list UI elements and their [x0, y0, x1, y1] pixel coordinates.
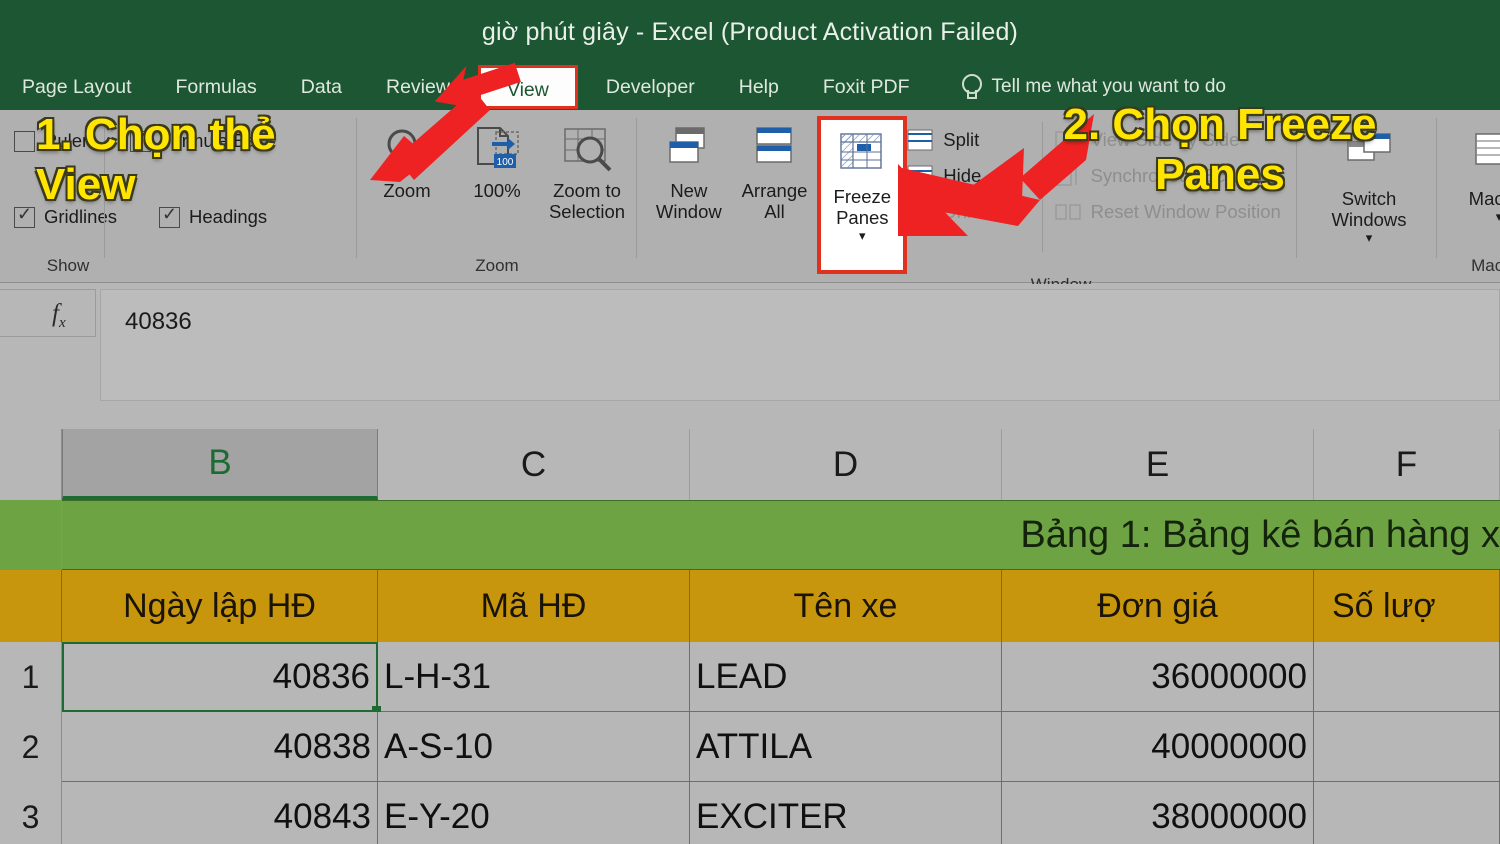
arrange-all-button[interactable]: Arrange All: [732, 116, 818, 222]
header-cell-so-luong[interactable]: Số lượ: [1314, 570, 1500, 642]
column-header-f[interactable]: F: [1314, 429, 1500, 500]
chevron-down-icon[interactable]: ▾: [859, 228, 866, 244]
new-window-icon: [662, 124, 716, 176]
ribbon-group-macros: Macros ▾ Macros: [1444, 110, 1500, 283]
new-window-button[interactable]: New Window: [646, 116, 732, 222]
header-cell-ma-hd[interactable]: Mã HĐ: [378, 570, 690, 642]
tell-me-box[interactable]: Tell me what you want to do: [960, 74, 1226, 100]
cell-f2[interactable]: [1314, 712, 1500, 782]
chevron-down-icon[interactable]: ▾: [1366, 230, 1373, 246]
title-bar: giờ phút giây - Excel (Product Activatio…: [0, 0, 1500, 64]
arrange-all-label: Arrange All: [741, 180, 808, 222]
gridlines-checkbox[interactable]: [14, 204, 35, 228]
row-header-2[interactable]: 2: [0, 712, 62, 782]
tab-page-layout[interactable]: Page Layout: [0, 64, 154, 110]
row-header-3[interactable]: 3: [0, 782, 62, 844]
arrange-all-icon: [748, 124, 802, 176]
show-group-label: Show: [46, 256, 90, 275]
table-row: 3 40843 E-Y-20 EXCITER 38000000: [0, 782, 1500, 844]
lightbulb-icon: [960, 74, 982, 100]
group-divider: [636, 118, 637, 258]
macros-group-label: Macros: [1471, 256, 1500, 275]
zoom-to-selection-label: Zoom to Selection: [548, 180, 626, 222]
table-row: 1 40836 L-H-31 LEAD 36000000: [0, 642, 1500, 715]
cell-b3[interactable]: 40843: [62, 782, 378, 844]
tell-me-label: Tell me what you want to do: [991, 76, 1227, 97]
column-header-b[interactable]: B: [62, 429, 378, 500]
table-row: 2 40838 A-S-10 ATTILA 40000000: [0, 712, 1500, 782]
cell-d3[interactable]: EXCITER: [690, 782, 1002, 844]
table-title-text: Bảng 1: Bảng kê bán hàng x: [1020, 513, 1500, 556]
column-header-c[interactable]: C: [378, 429, 690, 500]
header-cell-ngay-lap-hd[interactable]: Ngày lập HĐ: [62, 570, 378, 642]
reset-window-position-label: Reset Window Position: [1090, 201, 1281, 222]
cell-e2[interactable]: 40000000: [1002, 712, 1314, 782]
insert-function-icon[interactable]: fx: [52, 300, 66, 332]
column-header-e[interactable]: E: [1002, 429, 1314, 500]
annotation-step-2: 2. Chọn Freeze Panes: [1063, 100, 1377, 199]
cell-d2[interactable]: ATTILA: [690, 712, 1002, 782]
tab-formulas[interactable]: Formulas: [154, 64, 279, 110]
header-cell-ten-xe[interactable]: Tên xe: [690, 570, 1002, 642]
header-cell-don-gia[interactable]: Đơn giá: [1002, 570, 1314, 642]
formula-bar-area: fx 40836: [0, 284, 1500, 429]
excel-window: giờ phút giây - Excel (Product Activatio…: [0, 0, 1500, 844]
macros-icon: [1472, 132, 1500, 184]
tab-foxit-pdf[interactable]: Foxit PDF: [801, 64, 932, 110]
cell-d1[interactable]: LEAD: [690, 642, 1002, 712]
column-header-row: B C D E F: [0, 429, 1500, 500]
table-header-row: Ngày lập HĐ Mã HĐ Tên xe Đơn giá Số lượ: [0, 570, 1500, 642]
tab-help[interactable]: Help: [717, 64, 801, 110]
table-title-row[interactable]: Bảng 1: Bảng kê bán hàng x: [0, 500, 1500, 570]
freeze-panes-label: Freeze Panes: [833, 186, 892, 228]
cell-e3[interactable]: 38000000: [1002, 782, 1314, 844]
macros-button[interactable]: Macros ▾: [1444, 124, 1500, 225]
zoom-100-label: 100%: [473, 180, 521, 201]
tab-data[interactable]: Data: [279, 64, 364, 110]
cell-c2[interactable]: A-S-10: [378, 712, 690, 782]
annotation-step-1: 1. Chọn thẻ View: [36, 110, 276, 209]
cell-c3[interactable]: E-Y-20: [378, 782, 690, 844]
row-header-1[interactable]: 1: [0, 642, 62, 712]
ruler-checkbox[interactable]: [14, 130, 35, 152]
macros-button-label: Macros: [1468, 188, 1500, 209]
row-header-blank[interactable]: [0, 500, 62, 570]
cell-c1[interactable]: L-H-31: [378, 642, 690, 712]
cell-b1[interactable]: 40836: [62, 642, 381, 715]
column-header-d[interactable]: D: [690, 429, 1002, 500]
zoom-group-label: Zoom: [475, 256, 519, 275]
chevron-down-icon[interactable]: ▾: [1496, 209, 1500, 225]
sheet-rows: Bảng 1: Bảng kê bán hàng x Ngày lập HĐ M…: [0, 500, 1500, 844]
group-divider: [1436, 118, 1437, 258]
new-window-label: New Window: [655, 180, 722, 222]
window-title: giờ phút giây - Excel (Product Activatio…: [481, 17, 1019, 46]
zoom-button-label: Zoom: [383, 180, 431, 201]
row-header-blank2[interactable]: [0, 570, 62, 642]
select-all-corner[interactable]: [0, 429, 62, 500]
spreadsheet-grid: B C D E F Bảng 1: Bảng kê bán hàng x Ngà…: [0, 429, 1500, 844]
group-divider: [356, 118, 357, 258]
formula-input[interactable]: 40836: [100, 289, 1500, 401]
annotation-arrow-to-view-tab: [370, 62, 521, 182]
cell-b2[interactable]: 40838: [62, 712, 378, 782]
cell-f3[interactable]: [1314, 782, 1500, 844]
cell-f1[interactable]: [1314, 642, 1500, 712]
tab-developer[interactable]: Developer: [584, 64, 717, 110]
cell-e1[interactable]: 36000000: [1002, 642, 1314, 712]
freeze-panes-icon: [835, 130, 889, 182]
